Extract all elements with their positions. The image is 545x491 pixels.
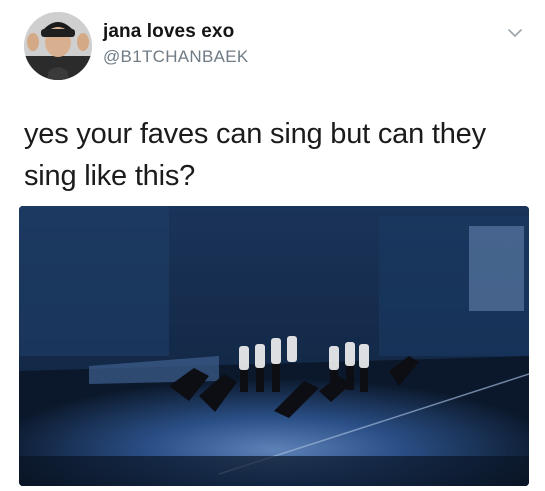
tweet-media-video[interactable]: [19, 206, 529, 486]
tweet-text: yes your faves can sing but can they sin…: [24, 113, 524, 197]
concert-stage-image: [19, 206, 529, 486]
chevron-down-icon[interactable]: [506, 26, 524, 40]
tweet-text-line-1: yes your faves can sing but can they: [24, 118, 486, 150]
tweet-text-line-2: sing like this?: [24, 160, 196, 192]
avatar-image: [24, 12, 92, 80]
user-handle[interactable]: @B1TCHANBAEK: [103, 47, 249, 67]
avatar[interactable]: [24, 12, 92, 80]
tweet-card: jana loves exo @B1TCHANBAEK yes your fav…: [0, 0, 545, 491]
display-name[interactable]: jana loves exo: [103, 21, 234, 43]
